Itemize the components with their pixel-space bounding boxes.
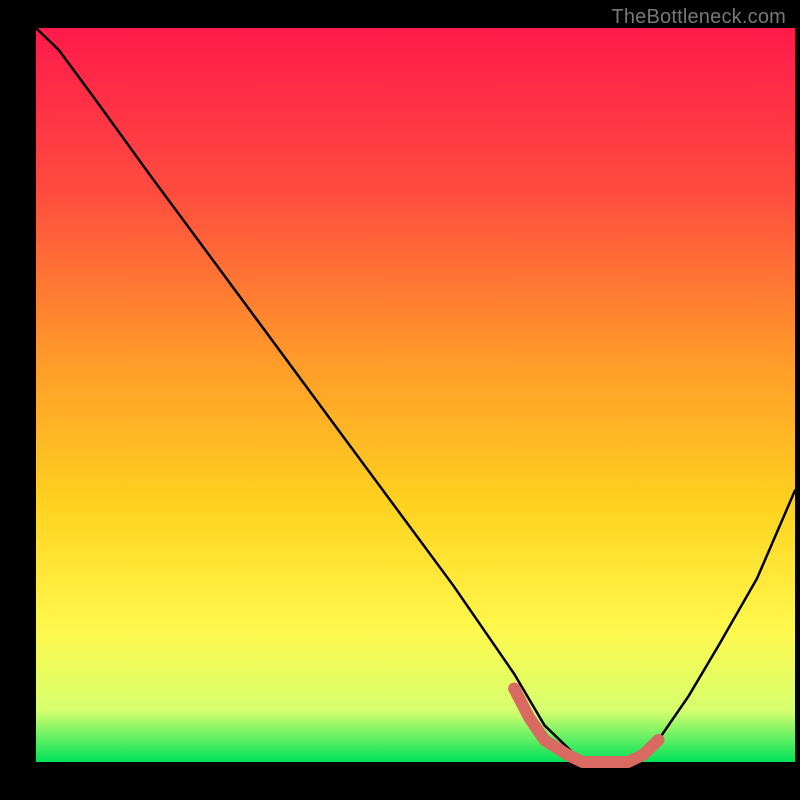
watermark-text: TheBottleneck.com (611, 6, 786, 29)
plot-area (36, 28, 795, 762)
highlight-endpoint-right (652, 734, 664, 746)
bottleneck-chart (0, 0, 800, 800)
highlight-endpoint-left (508, 683, 520, 695)
